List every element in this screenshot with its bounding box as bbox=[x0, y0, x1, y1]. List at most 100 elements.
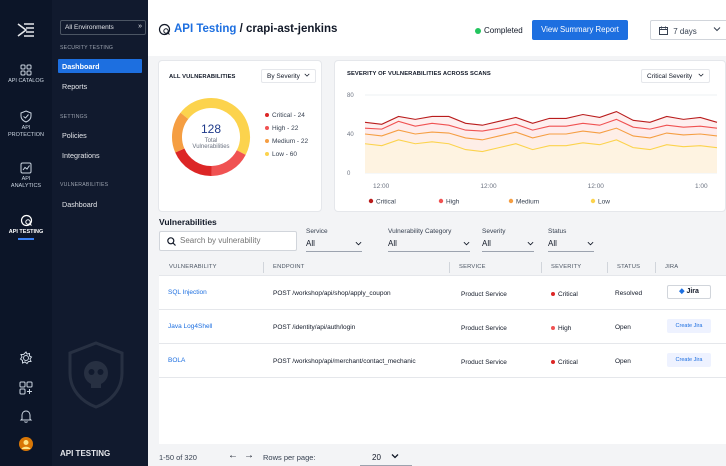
sidebar-item-dashboard[interactable]: Dashboard bbox=[58, 59, 142, 73]
table-row[interactable]: SQL Injection POST /workshop/api/shop/ap… bbox=[159, 276, 726, 310]
view-summary-report-button[interactable]: View Summary Report bbox=[532, 20, 628, 40]
apps-icon[interactable] bbox=[18, 380, 34, 396]
legend-label-high[interactable]: High bbox=[446, 199, 460, 206]
donut-slice-high[interactable] bbox=[211, 149, 246, 176]
service-cell: Product Service bbox=[461, 359, 507, 366]
status-cell: Open bbox=[615, 324, 631, 331]
status-filter[interactable]: Status All bbox=[548, 228, 594, 252]
date-range-select[interactable]: 7 days bbox=[650, 20, 726, 40]
search-box[interactable] bbox=[159, 231, 297, 251]
x-tick-label: 12:00 bbox=[480, 183, 497, 190]
column-divider bbox=[655, 262, 656, 273]
filter-label: Vulnerability Category bbox=[388, 228, 452, 235]
rows-per-page-value: 20 bbox=[372, 453, 381, 462]
sidebar-item-integrations[interactable]: Integrations bbox=[58, 148, 142, 162]
column-header-jira[interactable]: JIRA bbox=[665, 264, 678, 270]
column-divider bbox=[449, 262, 450, 273]
scan-name: crapi-ast-jenkins bbox=[246, 23, 338, 35]
legend-label-low[interactable]: Low bbox=[598, 199, 610, 206]
page-header: API Testing / crapi-ast-jenkins Complete… bbox=[148, 0, 726, 56]
settings-icon[interactable] bbox=[18, 350, 34, 366]
table-row[interactable]: BOLA POST /workshop/api/merchant/contact… bbox=[159, 344, 726, 378]
chevron-down-icon bbox=[587, 241, 594, 246]
table-row[interactable]: Java Log4Shell POST /identity/api/auth/l… bbox=[159, 310, 726, 344]
analytics-icon bbox=[20, 162, 32, 174]
rail-item-api-analytics[interactable]: API ANALYTICS bbox=[0, 162, 52, 190]
rail-item-api-testing[interactable]: API TESTING bbox=[0, 214, 52, 240]
collapse-sidebar-icon[interactable]: » bbox=[138, 23, 142, 30]
legend-dot bbox=[265, 139, 269, 144]
column-divider bbox=[263, 262, 264, 273]
severity-filter-value: Critical Severity bbox=[647, 73, 693, 80]
sidebar-item-vuln-dashboard[interactable]: Dashboard bbox=[58, 197, 142, 211]
vulnerability-link[interactable]: SQL Injection bbox=[168, 289, 207, 296]
breadcrumb-api-testing[interactable]: API Testing bbox=[174, 23, 236, 35]
brand-logo-icon[interactable] bbox=[16, 20, 36, 40]
severity-dot bbox=[551, 326, 555, 331]
secondary-sidebar: All Environments » SECURITY TESTING Dash… bbox=[52, 0, 200, 466]
page-title: API Testing / crapi-ast-jenkins bbox=[174, 23, 337, 35]
column-header-endpoint[interactable]: ENDPOINT bbox=[273, 264, 305, 270]
jira-link-button[interactable]: ◆ Jira bbox=[667, 285, 711, 299]
create-jira-button[interactable]: Create Jira bbox=[667, 319, 711, 333]
filter-value: All bbox=[482, 239, 491, 248]
previous-page-button[interactable]: ← bbox=[228, 450, 238, 461]
grid-icon bbox=[20, 64, 32, 76]
legend-low: Low - 60 bbox=[265, 151, 297, 158]
severity-line-chart: 80 40 0 12:00 12:00 12:00 1:00 Critical High Medi… bbox=[347, 93, 718, 206]
vulnerability-link[interactable]: Java Log4Shell bbox=[168, 323, 212, 330]
section-title-settings: SETTINGS bbox=[60, 114, 88, 120]
severity-trend-card: SEVERITY OF VULNERABILITIES ACROSS SCANS… bbox=[334, 60, 726, 212]
rail-label: API PROTECTION bbox=[7, 125, 45, 138]
rail-label: API CATALOG bbox=[8, 78, 44, 84]
severity-filter-select[interactable]: Critical Severity bbox=[641, 69, 710, 83]
rows-per-page-select[interactable]: 20 bbox=[360, 450, 412, 466]
active-indicator bbox=[18, 238, 34, 240]
testing-icon bbox=[20, 214, 32, 227]
endpoint-cell: POST /workshop/api/shop/apply_coupon bbox=[273, 290, 391, 297]
service-filter[interactable]: Service All bbox=[306, 228, 362, 252]
legend-medium: Medium - 22 bbox=[265, 138, 308, 145]
column-header-service[interactable]: SERVICE bbox=[459, 264, 486, 270]
filter-label: Status bbox=[548, 228, 567, 235]
column-header-severity[interactable]: SEVERITY bbox=[551, 264, 581, 270]
legend-label: Low - 60 bbox=[272, 151, 297, 158]
create-jira-button[interactable]: Create Jira bbox=[667, 353, 711, 367]
status-indicator-dot bbox=[475, 28, 481, 34]
legend-label-critical[interactable]: Critical bbox=[376, 199, 396, 206]
search-input[interactable] bbox=[180, 236, 290, 245]
donut-slice-critical[interactable] bbox=[175, 148, 212, 176]
severity-label: High bbox=[558, 325, 572, 332]
vulnerability-category-filter[interactable]: Vulnerability Category All bbox=[388, 228, 470, 252]
sidebar-item-reports[interactable]: Reports bbox=[58, 79, 142, 93]
calendar-icon bbox=[659, 26, 668, 35]
column-header-status[interactable]: STATUS bbox=[617, 264, 640, 270]
rail-item-api-protection[interactable]: API PROTECTION bbox=[0, 110, 52, 139]
vulnerability-link[interactable]: BOLA bbox=[168, 357, 185, 364]
environment-label: All Environments bbox=[65, 24, 114, 31]
group-by-select[interactable]: By Severity bbox=[261, 69, 316, 83]
legend-label: Medium - 22 bbox=[272, 138, 309, 145]
next-page-button[interactable]: → bbox=[244, 450, 254, 461]
avatar[interactable] bbox=[18, 436, 34, 452]
rail-item-api-catalog[interactable]: API CATALOG bbox=[0, 64, 52, 85]
bell-icon[interactable] bbox=[18, 408, 34, 424]
table-header: VULNERABILITY ENDPOINT SERVICE SEVERITY … bbox=[159, 259, 726, 276]
legend-label-medium[interactable]: Medium bbox=[516, 199, 539, 206]
y-tick-label: 0 bbox=[347, 171, 351, 177]
sidebar-item-policies[interactable]: Policies bbox=[58, 128, 142, 142]
card-title: ALL VULNERABILITIES bbox=[169, 74, 236, 80]
column-header-vulnerability[interactable]: VULNERABILITY bbox=[169, 264, 217, 270]
chevron-down-icon bbox=[698, 73, 704, 77]
column-divider bbox=[541, 262, 542, 273]
severity-filter[interactable]: Severity All bbox=[482, 228, 534, 252]
severity-cell: Critical bbox=[551, 359, 578, 366]
filter-value: All bbox=[388, 239, 397, 248]
testing-icon bbox=[158, 23, 171, 36]
severity-cell: Critical bbox=[551, 291, 578, 298]
x-tick-label: 1:00 bbox=[695, 183, 708, 190]
section-title-security-testing: SECURITY TESTING bbox=[60, 45, 114, 51]
environment-select[interactable]: All Environments » bbox=[60, 20, 146, 35]
rows-per-page-label: Rows per page: bbox=[263, 453, 316, 462]
y-tick-label: 40 bbox=[347, 132, 354, 138]
